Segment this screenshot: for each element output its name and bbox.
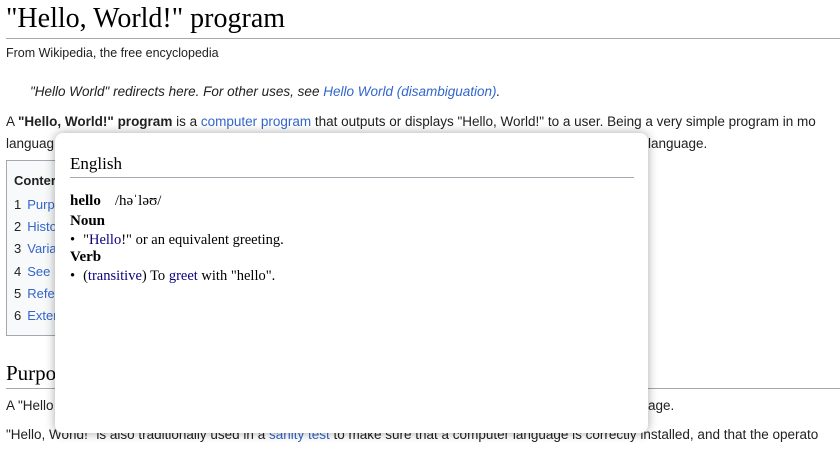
popup-pos-noun: Noun — [70, 213, 106, 229]
toc-item[interactable]: 4 See — [14, 264, 50, 279]
toc-item-number: 3 — [14, 241, 22, 256]
toc-item-number: 1 — [14, 197, 22, 212]
def-post: !" or an equivalent greeting. — [121, 232, 284, 248]
toc-item[interactable]: 6 Exter — [14, 308, 58, 323]
disambiguation-link[interactable]: Hello World (disambiguation) — [323, 84, 496, 99]
intro-bold: "Hello, World!" program — [18, 114, 173, 129]
popup-headword: hello/həˈləʊ/ — [70, 193, 161, 210]
def-post: with "hello". — [197, 268, 276, 284]
page-title: "Hello, World!" program — [6, 2, 840, 39]
dictionary-popup[interactable]: English hello/həˈləʊ/ Noun • "Hello!" or … — [55, 133, 648, 433]
toc-item-label[interactable]: Refe — [27, 286, 54, 301]
toc-item[interactable]: 2 Histo — [14, 219, 57, 234]
toc-item-label[interactable]: Histo — [27, 219, 57, 234]
intro-text-c: that outputs or displays "Hello, World!"… — [311, 114, 816, 129]
section-paragraph-end: age. — [648, 398, 675, 413]
toc-item-label[interactable]: Purp — [27, 197, 54, 212]
popup-ipa: /həˈləʊ/ — [114, 193, 162, 209]
popup-language-heading: English — [70, 153, 634, 178]
toc-item-number: 6 — [14, 308, 22, 323]
intro-text-b: is a — [172, 114, 201, 129]
transitive-link[interactable]: transitive — [88, 268, 142, 284]
hatnote-end: . — [496, 84, 501, 99]
popup-pos-verb: Verb — [70, 249, 102, 265]
intro-line-2-start: languag — [6, 136, 55, 151]
bullet-icon: • — [70, 268, 76, 284]
intro-paragraph: A "Hello, World!" program is a computer … — [6, 114, 816, 129]
computer-program-link[interactable]: computer program — [201, 114, 311, 129]
section-paragraph-start: A "Hello — [6, 398, 54, 413]
toc-item-number: 4 — [14, 264, 22, 279]
popup-word: hello — [70, 193, 101, 209]
tagline: From Wikipedia, the free encyclopedia — [6, 46, 219, 60]
toc-item[interactable]: 1 Purp — [14, 197, 55, 212]
toc-item-label[interactable]: Varia — [27, 241, 56, 256]
popup-definition: • (transitive) To greet with "hello". — [70, 268, 275, 285]
greet-link[interactable]: greet — [169, 268, 198, 284]
toc-item[interactable]: 3 Varia — [14, 241, 57, 256]
popup-definition: • "Hello!" or an equivalent greeting. — [70, 232, 284, 249]
toc-item-number: 5 — [14, 286, 22, 301]
def-mid: ) To — [141, 268, 169, 284]
intro-text-a: A — [6, 114, 19, 129]
toc-item-label[interactable]: Exter — [27, 308, 57, 323]
hatnote: "Hello World" redirects here. For other … — [30, 84, 500, 99]
toc-item-number: 2 — [14, 219, 22, 234]
intro-line-2-end: language. — [648, 136, 708, 151]
hatnote-text: "Hello World" redirects here. For other … — [30, 84, 324, 99]
hello-link[interactable]: Hello — [89, 232, 121, 248]
toc-item[interactable]: 5 Refe — [14, 286, 55, 301]
bullet-icon: • — [70, 232, 76, 248]
toc-item-label[interactable]: See — [27, 264, 50, 279]
toc-title: Conter — [14, 173, 56, 188]
